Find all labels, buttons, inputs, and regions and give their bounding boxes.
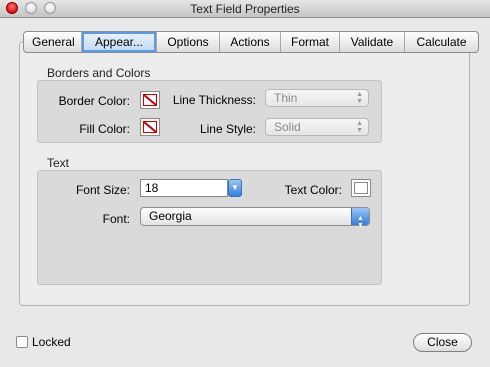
line-style-label: Line Style: [199,122,256,136]
font-size-dropdown-button[interactable]: ▼ [228,179,242,197]
line-thickness-label: Line Thickness: [172,93,256,107]
window-title: Text Field Properties [190,2,300,16]
line-style-value: Solid [274,120,301,134]
tab-options[interactable]: Options [157,32,220,52]
tab-appearance[interactable]: Appear... [82,32,157,52]
fill-color-label: Fill Color: [79,122,130,136]
line-thickness-value: Thin [274,91,298,105]
tab-actions[interactable]: Actions [220,32,281,52]
tab-general[interactable]: General [24,32,82,52]
locked-checkbox[interactable] [16,336,28,348]
tab-validate[interactable]: Validate [340,32,405,52]
border-color-label: Border Color: [58,94,130,108]
text-color-swatch[interactable] [351,179,371,197]
tab-calculate[interactable]: Calculate [405,32,478,52]
font-size-field[interactable]: 18 [140,179,228,197]
text-color-label: Text Color: [284,183,342,197]
font-popup[interactable]: Georgia ▲ ▼ [140,207,370,229]
font-label: Font: [102,212,130,226]
fill-color-swatch[interactable] [140,118,160,136]
locked-label: Locked [32,335,71,349]
title-bar: Text Field Properties [0,0,490,18]
font-size-label: Font Size: [75,183,130,197]
up-down-arrows-icon: ▲ ▼ [356,120,363,134]
line-thickness-popup[interactable]: Thin ▲ ▼ [265,89,369,107]
tab-bar: General Appear... Options Actions Format… [23,31,479,53]
white-color-icon [354,182,368,194]
tab-format[interactable]: Format [281,32,340,52]
borders-colors-heading: Borders and Colors [47,66,151,80]
border-color-swatch[interactable] [140,91,160,109]
up-down-arrows-icon: ▲ ▼ [356,91,363,105]
close-button[interactable]: Close [413,333,472,352]
line-style-popup[interactable]: Solid ▲ ▼ [265,118,369,136]
font-value: Georgia [149,209,192,223]
text-heading: Text [47,156,70,170]
up-down-arrows-icon: ▲ ▼ [351,208,369,229]
